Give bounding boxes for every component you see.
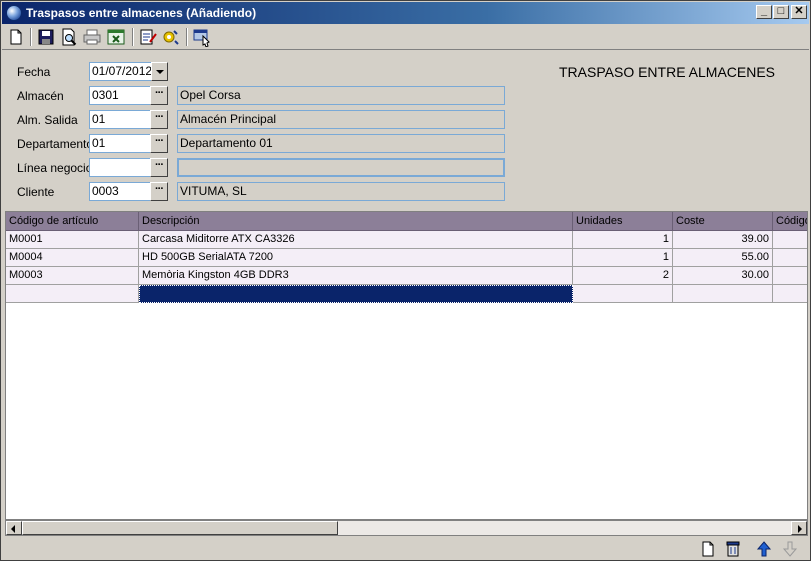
column-header-unidades[interactable]: Unidades [573, 212, 673, 231]
new-line-icon[interactable] [699, 540, 717, 558]
almacen-lookup-button[interactable]: ··· [150, 86, 168, 105]
column-header-descripcion[interactable]: Descripción [139, 212, 573, 231]
delete-line-icon[interactable] [724, 540, 742, 558]
cell-codigo-extra[interactable] [773, 231, 807, 249]
departamento-code-field[interactable]: 01 [89, 134, 151, 153]
cell-coste[interactable] [673, 285, 773, 303]
cell-codigo-extra[interactable] [773, 267, 807, 285]
table-row-new[interactable] [6, 285, 807, 303]
alm-salida-code-field[interactable]: 01 [89, 110, 151, 129]
print-preview-icon[interactable] [59, 27, 79, 47]
linea-negocio-lookup-button[interactable]: ··· [150, 158, 168, 177]
maximize-button[interactable]: □ [773, 5, 789, 19]
scroll-right-icon[interactable] [791, 521, 807, 535]
scroll-left-icon[interactable] [6, 521, 22, 535]
title-bar[interactable]: Traspasos entre almacenes (Añadiendo) _ … [2, 2, 809, 24]
cell-codigo[interactable]: M0003 [6, 267, 139, 285]
cell-codigo[interactable]: M0001 [6, 231, 139, 249]
column-header-codigo-extra[interactable]: Código [773, 212, 807, 231]
cell-unidades[interactable]: 1 [573, 231, 673, 249]
horizontal-scrollbar[interactable] [5, 520, 808, 536]
cell-descripcion[interactable]: Memòria Kingston 4GB DDR3 [139, 267, 573, 285]
grid-header: Código de artículo Descripción Unidades … [6, 212, 807, 231]
minimize-button[interactable]: _ [756, 5, 772, 19]
cell-descripcion-selected[interactable] [139, 285, 573, 303]
cell-descripcion[interactable]: HD 500GB SerialATA 7200 [139, 249, 573, 267]
cell-codigo-extra[interactable] [773, 249, 807, 267]
cell-coste[interactable]: 30.00 [673, 267, 773, 285]
linea-negocio-code-field[interactable] [89, 158, 151, 177]
fecha-dropdown-icon[interactable] [151, 62, 168, 81]
move-down-icon[interactable] [781, 540, 799, 558]
table-row[interactable]: M0003 Memòria Kingston 4GB DDR3 2 30.00 [6, 267, 807, 285]
print-icon[interactable] [82, 27, 102, 47]
cliente-label: Cliente [17, 185, 55, 199]
scroll-thumb[interactable] [22, 521, 338, 535]
almacen-label: Almacén [17, 89, 64, 103]
column-header-codigo[interactable]: Código de artículo [6, 212, 139, 231]
move-up-icon[interactable] [755, 540, 773, 558]
almacen-name-field: Opel Corsa [177, 86, 505, 105]
edit-notes-icon[interactable] [138, 27, 158, 47]
cell-unidades[interactable] [573, 285, 673, 303]
departamento-label: Departamento [17, 137, 94, 151]
cell-coste[interactable]: 55.00 [673, 249, 773, 267]
table-row[interactable]: M0004 HD 500GB SerialATA 7200 1 55.00 [6, 249, 807, 267]
form-heading: TRASPASO ENTRE ALMACENES [559, 64, 776, 80]
table-row[interactable]: M0001 Carcasa Miditorre ATX CA3326 1 39.… [6, 231, 807, 249]
lines-grid[interactable]: Código de artículo Descripción Unidades … [5, 211, 808, 520]
linea-negocio-label: Línea negocio [17, 161, 93, 175]
cliente-name-field: VITUMA, SL [177, 182, 505, 201]
cell-codigo[interactable] [6, 285, 139, 303]
departamento-name-field: Departamento 01 [177, 134, 505, 153]
main-window: Traspasos entre almacenes (Añadiendo) _ … [0, 0, 811, 561]
cell-coste[interactable]: 39.00 [673, 231, 773, 249]
new-document-icon[interactable] [6, 27, 26, 47]
window-title: Traspasos entre almacenes (Añadiendo) [26, 6, 257, 20]
cliente-lookup-button[interactable]: ··· [150, 182, 168, 201]
cell-descripcion[interactable]: Carcasa Miditorre ATX CA3326 [139, 231, 573, 249]
app-globe-icon [6, 5, 22, 21]
linea-negocio-name-field [177, 158, 505, 177]
alm-salida-name-field: Almacén Principal [177, 110, 505, 129]
cell-codigo[interactable]: M0004 [6, 249, 139, 267]
toolbar [2, 24, 809, 50]
properties-icon[interactable] [161, 27, 181, 47]
cell-unidades[interactable]: 2 [573, 267, 673, 285]
fecha-field[interactable]: 01/07/2012 [89, 62, 152, 81]
cell-unidades[interactable]: 1 [573, 249, 673, 267]
alm-salida-label: Alm. Salida [17, 113, 78, 127]
export-excel-icon[interactable] [106, 27, 126, 47]
alm-salida-lookup-button[interactable]: ··· [150, 110, 168, 129]
close-button[interactable]: ✕ [791, 5, 807, 19]
fecha-label: Fecha [17, 65, 51, 79]
almacen-code-field[interactable]: 0301 [89, 86, 151, 105]
column-header-coste[interactable]: Coste [673, 212, 773, 231]
departamento-lookup-button[interactable]: ··· [150, 134, 168, 153]
exit-icon[interactable] [192, 27, 212, 47]
save-icon[interactable] [36, 27, 56, 47]
cell-codigo-extra[interactable] [773, 285, 807, 303]
cliente-code-field[interactable]: 0003 [89, 182, 151, 201]
